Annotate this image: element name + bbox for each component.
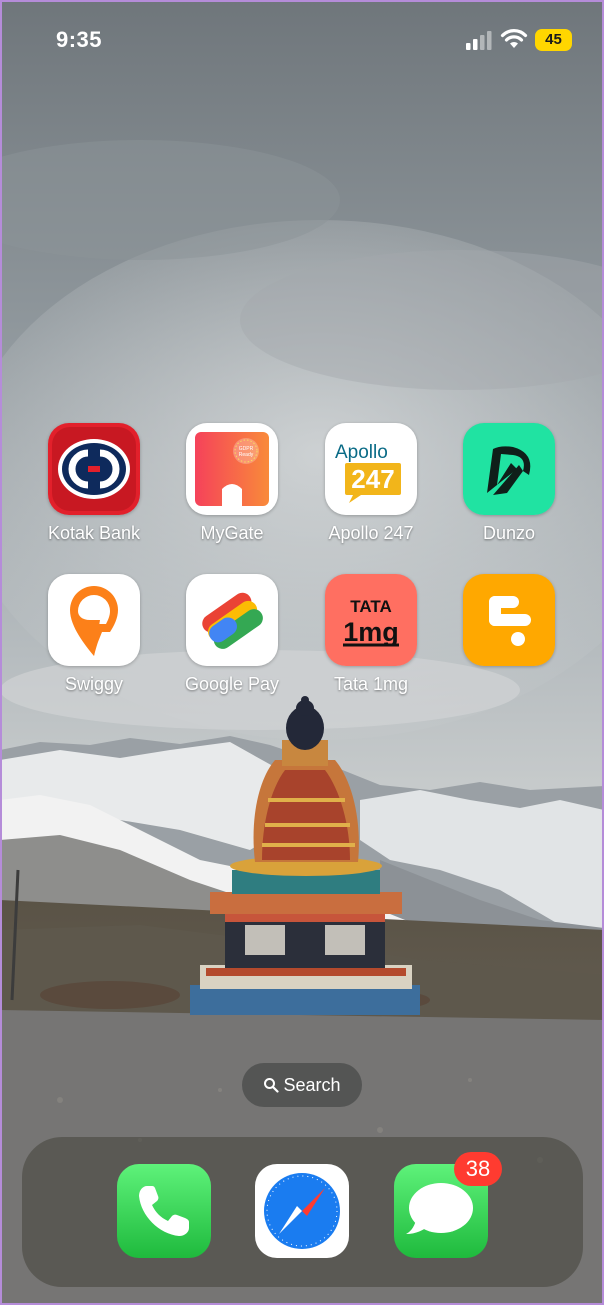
- app-google-pay[interactable]: Google Pay: [164, 574, 300, 724]
- dock-app-phone[interactable]: [117, 1164, 211, 1258]
- app-mygate[interactable]: GDPR Ready MyGate: [164, 423, 300, 573]
- app-label: Google Pay: [184, 674, 280, 694]
- wifi-icon: [500, 29, 528, 48]
- safari-icon: [255, 1164, 349, 1258]
- cellular-signal-icon: [466, 31, 492, 50]
- search-icon: [264, 1078, 280, 1093]
- kotak-bank-icon: [48, 423, 140, 515]
- battery-level: 45: [545, 31, 562, 48]
- app-orange-blocks[interactable]: [441, 574, 577, 724]
- dock: 38: [22, 1137, 583, 1287]
- status-bar: 9:35 45: [0, 0, 604, 80]
- phone-icon: [117, 1164, 211, 1258]
- app-label: Dunzo: [482, 523, 536, 543]
- orange-blocks-app-icon: [463, 574, 555, 666]
- app-label: Tata 1mg: [333, 674, 409, 694]
- spotlight-search-button[interactable]: Search: [242, 1063, 362, 1107]
- tata-text: TATA: [350, 597, 392, 616]
- apollo-text: Apollo: [335, 442, 388, 463]
- battery-icon: 45: [535, 29, 572, 51]
- app-tata-1mg[interactable]: TATA 1mg Tata 1mg: [303, 574, 439, 724]
- app-dunzo[interactable]: Dunzo: [441, 423, 577, 573]
- app-kotak-bank[interactable]: Kotak Bank: [26, 423, 162, 573]
- dunzo-icon: [463, 423, 555, 515]
- google-pay-icon: [186, 574, 278, 666]
- app-label: Apollo 247: [328, 523, 414, 543]
- apollo-247-icon: Apollo 247: [325, 423, 417, 515]
- messages-unread-badge: 38: [454, 1152, 502, 1186]
- mygate-icon: GDPR Ready: [186, 423, 278, 515]
- app-label: Kotak Bank: [47, 523, 141, 543]
- app-apollo-247[interactable]: Apollo 247 Apollo 247: [303, 423, 439, 573]
- app-label: Swiggy: [64, 674, 124, 694]
- onemg-text: 1mg: [343, 617, 399, 647]
- swiggy-icon: [48, 574, 140, 666]
- tata-1mg-icon: TATA 1mg: [325, 574, 417, 666]
- dock-app-messages[interactable]: 38: [394, 1152, 502, 1258]
- app-swiggy[interactable]: Swiggy: [26, 574, 162, 724]
- apollo-number: 247: [351, 464, 394, 494]
- status-time: 9:35: [56, 27, 103, 52]
- svg-text:Ready: Ready: [239, 452, 254, 458]
- app-label: MyGate: [200, 523, 264, 543]
- dock-app-safari[interactable]: [255, 1164, 349, 1258]
- search-label: Search: [283, 1075, 341, 1095]
